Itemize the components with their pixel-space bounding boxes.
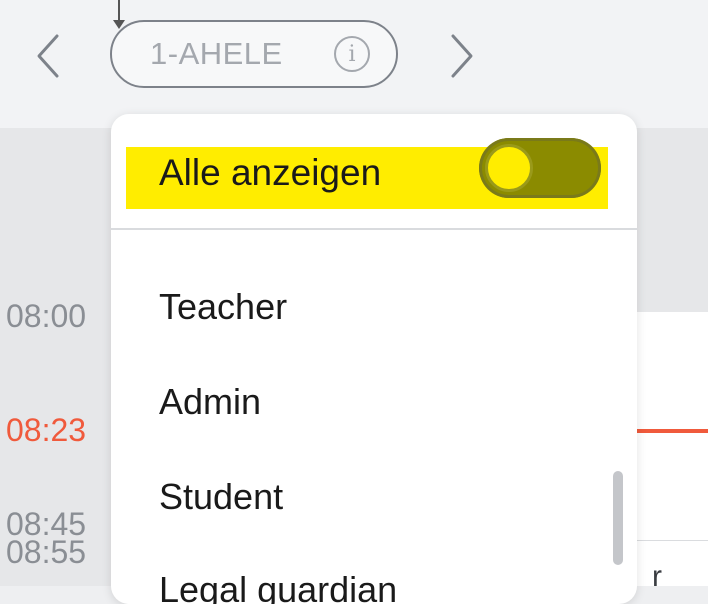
chevron-left-icon [37, 34, 59, 78]
role-item-teacher[interactable]: Teacher [159, 286, 287, 328]
show-all-label: Alle anzeigen [159, 152, 382, 193]
role-filter-dropdown: Alle anzeigen Teacher Admin Student Lega… [111, 114, 637, 604]
calendar-divider [636, 540, 708, 541]
current-time-line [636, 429, 708, 433]
time-label: 08:00 [6, 298, 87, 334]
time-label: 08:55 [6, 534, 87, 570]
dropdown-divider [111, 228, 637, 230]
dropdown-header: Alle anzeigen [111, 114, 637, 228]
class-selector[interactable]: 1-AHELE i [110, 20, 398, 88]
dropdown-scrollbar[interactable] [613, 471, 623, 565]
info-icon[interactable]: i [334, 36, 370, 72]
role-item-legal-guardian[interactable]: Legal guardian [159, 569, 397, 604]
calendar-entry-text: r [652, 560, 662, 593]
chevron-right-icon [451, 34, 473, 78]
toggle-knob [485, 144, 533, 192]
class-selector-label: 1-AHELE [150, 36, 283, 71]
current-time-label: 08:23 [6, 412, 87, 448]
show-all-toggle[interactable] [479, 138, 601, 198]
role-item-student[interactable]: Student [159, 476, 283, 518]
next-button[interactable] [440, 24, 484, 88]
calendar-column [630, 312, 708, 586]
previous-button[interactable] [26, 24, 70, 88]
role-item-admin[interactable]: Admin [159, 381, 261, 423]
